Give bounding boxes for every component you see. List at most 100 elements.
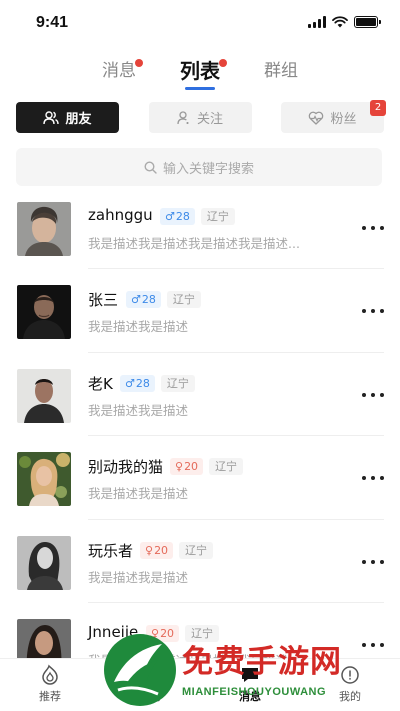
gender-age-tag: ♂ 28 [160, 208, 195, 225]
segment-fans-button[interactable]: 粉丝 2 [281, 100, 386, 133]
status-icons [308, 16, 381, 28]
segment-buttons: 朋友 关注 粉丝 2 [16, 100, 386, 134]
active-tab-indicator [185, 87, 215, 90]
gender-age-tag: ♀ 20 [170, 458, 204, 476]
nav-recommend[interactable]: 推荐 [20, 659, 80, 704]
age: 20 [154, 543, 169, 557]
friend-name: 别动我的猫 [88, 458, 164, 477]
nav-profile[interactable]: 我的 [320, 659, 380, 704]
status-time: 9:41 [36, 14, 69, 31]
friend-name: zahnggu [88, 206, 153, 224]
notification-dot [219, 59, 227, 67]
segment-label: 朋友 [65, 112, 92, 127]
region-tag: 辽宁 [200, 208, 235, 225]
region-tag: 辽宁 [166, 291, 201, 309]
avatar[interactable] [17, 452, 71, 507]
gender-icon: ♂ [131, 293, 141, 307]
divider [88, 518, 384, 520]
friend-description: 我是描述我是描述 [88, 569, 189, 585]
signal-icon [308, 16, 326, 28]
friend-description: 我是描述我是描述 [88, 486, 189, 502]
gender-age-tag: ♀ 20 [140, 541, 174, 559]
gender-age-tag: ♂ 28 [120, 374, 155, 392]
more-icon[interactable] [362, 301, 384, 321]
list-item[interactable]: zahnggu ♂ 28 辽宁 我是描述我是描述我是描述我是描述... [0, 196, 400, 279]
battery-icon [354, 16, 381, 28]
status-bar: 9:41 [0, 0, 400, 48]
more-icon[interactable] [362, 635, 384, 655]
friend-name: Jnneiie [88, 622, 139, 641]
wifi-icon [332, 16, 348, 28]
top-tabs: 消息 列表 群组 [0, 56, 400, 90]
gender-icon: ♂ [165, 210, 175, 223]
segment-following-button[interactable]: 关注 [148, 102, 252, 133]
friend-description: 我是描述我是描述 [88, 319, 189, 335]
age: 28 [141, 293, 156, 307]
avatar[interactable] [17, 535, 71, 590]
users-icon [43, 110, 60, 124]
notification-dot [135, 59, 143, 67]
fans-count-badge: 2 [370, 100, 386, 116]
tab-label: 群组 [264, 61, 298, 81]
region-tag: 辽宁 [179, 541, 214, 559]
friend-description: 我是描述我是描述我是描述我是描述... [88, 236, 300, 251]
divider [88, 435, 384, 437]
region-tag: 辽宁 [185, 624, 220, 642]
friend-name: 玩乐者 [88, 541, 134, 560]
gender-age-tag: ♀ 20 [146, 624, 180, 642]
tab-messages[interactable]: 消息 [102, 56, 143, 86]
tab-label: 列表 [180, 59, 220, 83]
more-icon[interactable] [362, 218, 384, 238]
segment-label: 关注 [196, 112, 223, 127]
tab-list[interactable]: 列表 [180, 56, 227, 90]
more-icon[interactable] [362, 468, 384, 488]
nav-label: 推荐 [39, 690, 61, 703]
list-item[interactable]: 别动我的猫 ♀ 20 辽宁 我是描述我是描述 [0, 446, 400, 529]
friend-tags: ♂ 28 辽宁 [126, 291, 201, 309]
profile-icon [341, 666, 359, 684]
tab-label: 消息 [102, 61, 136, 81]
friend-tags: ♀ 20 辽宁 [170, 458, 244, 476]
avatar[interactable] [17, 285, 71, 340]
avatar[interactable] [17, 368, 71, 423]
gender-icon: ♀ [145, 543, 154, 557]
avatar[interactable] [17, 202, 71, 256]
search-input[interactable]: 输入关键字搜索 [16, 148, 382, 186]
gender-icon: ♀ [151, 626, 160, 640]
nav-square[interactable]: 广场 [120, 659, 180, 704]
search-icon [144, 160, 157, 174]
list-item[interactable]: 玩乐者 ♀ 20 辽宁 我是描述我是描述 [0, 530, 400, 613]
friend-name: 张三 [88, 291, 119, 310]
friend-tags: ♀ 20 辽宁 [140, 541, 214, 559]
tab-groups[interactable]: 群组 [264, 56, 298, 86]
friend-list: zahnggu ♂ 28 辽宁 我是描述我是描述我是描述我是描述... 张三 ♂ 2… [0, 196, 400, 696]
age: 28 [135, 376, 150, 390]
nav-label: 我的 [339, 690, 361, 703]
friend-name: 老K [88, 374, 113, 393]
list-item[interactable]: 老K ♂ 28 辽宁 我是描述我是描述 [0, 363, 400, 446]
nav-label: 广场 [139, 690, 161, 703]
divider [88, 601, 384, 603]
list-item[interactable]: 张三 ♂ 28 辽宁 我是描述我是描述 [0, 279, 400, 362]
gender-age-tag: ♂ 28 [126, 291, 161, 309]
age: 28 [175, 210, 190, 223]
more-icon[interactable] [362, 552, 384, 572]
segment-label: 粉丝 [330, 112, 357, 127]
nav-messages[interactable]: 消息 [220, 659, 280, 704]
heart-pulse-icon [309, 111, 324, 125]
region-tag: 辽宁 [160, 374, 195, 392]
bottom-nav: 推荐 广场 消息 我的 [0, 658, 400, 711]
segment-friends-button[interactable]: 朋友 [16, 102, 119, 133]
user-icon [177, 110, 189, 124]
friend-tags: ♀ 20 辽宁 [146, 624, 220, 642]
friend-tags: ♂ 28 辽宁 [120, 374, 195, 392]
gender-icon: ♀ [175, 460, 184, 474]
nav-label: 消息 [239, 690, 261, 703]
more-icon[interactable] [362, 385, 384, 405]
message-icon [242, 668, 258, 682]
search-placeholder: 输入关键字搜索 [162, 161, 254, 177]
region-tag: 辽宁 [209, 458, 244, 476]
age: 20 [184, 460, 199, 474]
square-icon [141, 666, 159, 684]
divider [88, 268, 384, 270]
